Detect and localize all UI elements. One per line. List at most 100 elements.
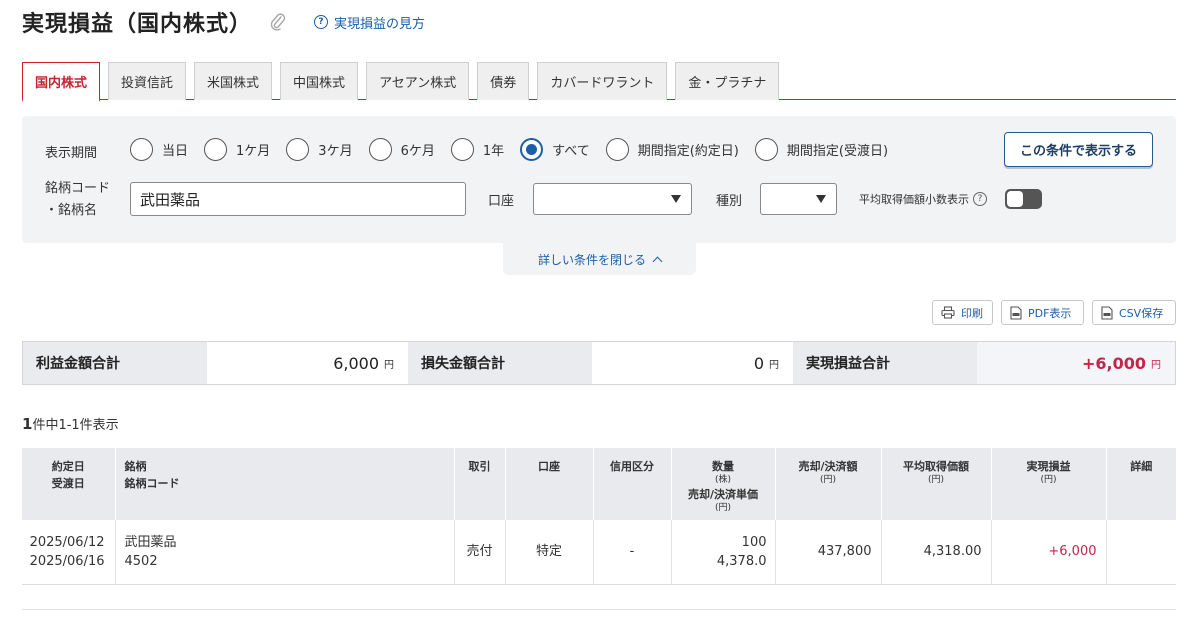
header-settle-date: 受渡日 <box>51 477 85 490</box>
apply-filter-button[interactable]: この条件で表示する <box>1004 132 1153 167</box>
radio-circle <box>605 138 629 161</box>
collapse-conditions-button[interactable]: 詳しい条件を閉じる <box>503 243 696 275</box>
radio-circle <box>286 138 310 161</box>
realized-total-value: +6,000 円 <box>977 342 1175 384</box>
cell-avg-cost: 4,318.00 <box>881 520 992 585</box>
radio-today[interactable]: 当日 <box>130 138 188 161</box>
header-pl: 実現損益 <box>1026 460 1071 473</box>
question-icon: ? <box>314 15 329 29</box>
result-count-number: 1 <box>22 415 33 433</box>
cell-credit: - <box>593 520 672 585</box>
pdf-button[interactable]: PDF表示 <box>1001 300 1084 325</box>
type-select[interactable] <box>760 183 837 215</box>
cell-trade-date: 2025/06/12 <box>29 534 105 550</box>
title-row: 実現損益（国内株式） ? 実現損益の見方 <box>22 6 425 38</box>
code-label-line2: ・銘柄名 <box>45 203 98 218</box>
tab-bonds[interactable]: 債券 <box>477 62 530 100</box>
col-detail[interactable]: 詳細 <box>1106 448 1176 520</box>
radio-label: すべて <box>552 144 590 159</box>
radio-1month[interactable]: 1ケ月 <box>204 138 270 161</box>
info-icon[interactable]: ? <box>973 192 987 206</box>
radio-circle <box>450 138 474 161</box>
header-stock-code: 銘柄コード <box>124 477 180 490</box>
col-quantity[interactable]: 数量 (株) 売却/決済単価 (円) <box>671 448 776 520</box>
page-title: 実現損益（国内株式） <box>22 12 253 37</box>
col-credit[interactable]: 信用区分 <box>593 448 672 520</box>
tab-covered-warrant[interactable]: カバードワラント <box>537 62 668 100</box>
chevron-up-icon <box>652 256 663 266</box>
cell-stock: 武田薬品 4502 <box>115 520 455 585</box>
profit-total-label: 利益金額合計 <box>23 342 207 384</box>
radio-circle-selected <box>520 138 544 161</box>
summary-bar: 利益金額合計 6,000 円 損失金額合計 0円 実現損益合計 +6,000 円 <box>22 341 1176 385</box>
header-amount: 売却/決済額 <box>798 460 858 473</box>
pdf-label: PDF表示 <box>1028 306 1072 320</box>
header-amount-unit: (円) <box>819 475 837 485</box>
radio-range-trade-date[interactable]: 期間指定(約定日) <box>605 138 739 161</box>
radio-circle <box>204 138 228 161</box>
yen-unit: 円 <box>1151 359 1161 371</box>
radio-all[interactable]: すべて <box>520 138 590 161</box>
cell-price: 4,378.0 <box>716 553 767 569</box>
cell-account: 特定 <box>505 520 594 585</box>
dropdown-arrow-icon <box>816 195 826 203</box>
header-price-unit: (円) <box>714 503 732 513</box>
toggle-knob <box>1007 191 1023 207</box>
profit-total-amount: 6,000 <box>333 353 379 373</box>
print-label: 印刷 <box>961 306 983 320</box>
results-table: 約定日受渡日 銘柄 銘柄コード 取引 口座 信用区分 数量 (株) 売却/決済単価… <box>22 448 1176 585</box>
col-realized-pl[interactable]: 実現損益 (円) <box>991 448 1107 520</box>
header-price: 売却/決済単価 <box>687 488 759 501</box>
print-button[interactable]: 印刷 <box>932 300 993 325</box>
cell-qty-price: 100 4,378.0 <box>671 520 776 585</box>
period-radio-group: 当日 1ケ月 3ケ月 6ケ月 1年 すべて 期間指定(約定日) 期間指定(受渡日… <box>130 138 904 161</box>
col-trade[interactable]: 取引 <box>454 448 506 520</box>
radio-circle <box>754 138 778 161</box>
col-stock[interactable]: 銘柄 銘柄コード <box>115 448 455 520</box>
header-qty-unit: (株) <box>714 475 732 485</box>
cell-stock-code: 4502 <box>124 553 158 569</box>
header-trade-date: 約定日 <box>51 460 85 473</box>
col-amount[interactable]: 売却/決済額 (円) <box>775 448 882 520</box>
radio-label: 期間指定(受渡日) <box>786 144 889 159</box>
decimal-display-toggle[interactable] <box>1005 189 1042 209</box>
realized-total-amount: +6,000 <box>1081 353 1146 373</box>
tab-china-stock[interactable]: 中国株式 <box>280 62 359 100</box>
divider <box>22 609 1176 610</box>
radio-range-settle-date[interactable]: 期間指定(受渡日) <box>754 138 889 161</box>
radio-circle <box>130 138 153 161</box>
radio-6months[interactable]: 6ケ月 <box>368 138 435 161</box>
decimal-display-text: 平均取得価額小数表示 <box>859 193 969 206</box>
help-link[interactable]: ? 実現損益の見方 <box>314 13 425 32</box>
realized-total-label: 実現損益合計 <box>793 342 977 384</box>
market-tabs: 国内株式 投資信託 米国株式 中国株式 アセアン株式 債券 カバードワラント 金… <box>22 62 1176 102</box>
yen-unit: 円 <box>384 359 394 371</box>
cell-trade: 売付 <box>454 520 506 585</box>
tab-gold-platinum[interactable]: 金・プラチナ <box>675 62 780 100</box>
col-account[interactable]: 口座 <box>505 448 594 520</box>
tab-us-stock[interactable]: 米国株式 <box>194 62 273 100</box>
tab-asean-stock[interactable]: アセアン株式 <box>366 62 470 100</box>
cell-realized-pl: +6,000 <box>991 520 1107 585</box>
code-label: 銘柄コード ・銘柄名 <box>45 178 110 222</box>
col-avg-cost[interactable]: 平均取得価額 (円) <box>881 448 992 520</box>
header-qty: 数量 <box>712 460 734 473</box>
radio-3months[interactable]: 3ケ月 <box>286 138 353 161</box>
stock-name-input[interactable]: 武田薬品 <box>130 182 466 216</box>
tab-investment-trust[interactable]: 投資信託 <box>108 62 187 100</box>
radio-label: 期間指定(約定日) <box>637 144 739 159</box>
csv-label: CSV保存 <box>1119 306 1164 320</box>
header-avg: 平均取得価額 <box>903 460 969 473</box>
paperclip-icon[interactable] <box>270 11 288 33</box>
cell-settle-date: 2025/06/16 <box>29 553 105 569</box>
radio-1year[interactable]: 1年 <box>450 138 505 161</box>
tab-domestic-stock[interactable]: 国内株式 <box>22 62 101 102</box>
csv-button[interactable]: CSV保存 <box>1092 300 1176 325</box>
col-dates[interactable]: 約定日 受渡日 <box>22 448 116 520</box>
cell-amount: 437,800 <box>775 520 882 585</box>
code-label-line1: 銘柄コード <box>45 181 111 196</box>
period-label: 表示期間 <box>45 146 98 161</box>
account-select[interactable] <box>533 183 692 215</box>
table-header-row: 約定日受渡日 銘柄 銘柄コード 取引 口座 信用区分 数量 (株) 売却/決済単価… <box>22 448 1176 520</box>
radio-label: 1年 <box>482 144 505 159</box>
